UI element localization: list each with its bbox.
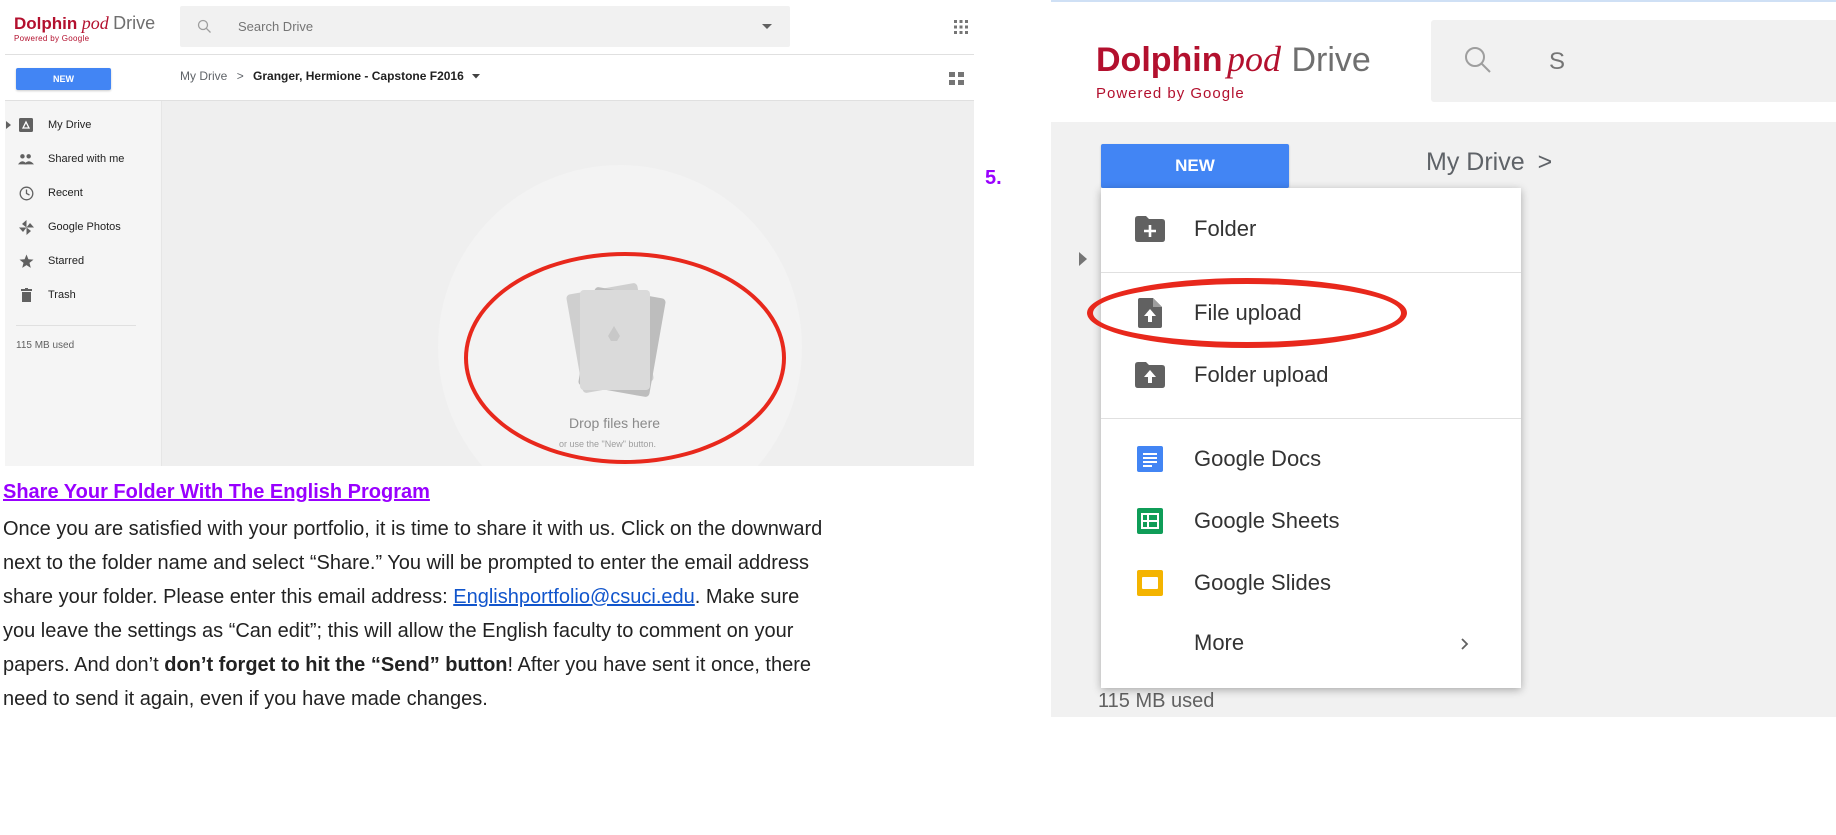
highlight-ellipse (464, 252, 786, 464)
action-bar: NEW My Drive > Granger, Hermione - Capst… (5, 55, 974, 101)
trash-icon (18, 287, 34, 303)
search-bar[interactable]: S (1431, 20, 1836, 102)
menu-item-more[interactable]: More (1101, 612, 1521, 674)
storage-used-label: 115 MB used (16, 340, 75, 351)
new-button[interactable]: NEW (1101, 144, 1289, 188)
sidebar-item-label: Shared with me (48, 153, 125, 165)
paragraph-line: Once you are satisfied with your portfol… (3, 518, 823, 540)
top-bar: Dolphin pod Drive Powered by Google S (1051, 2, 1836, 122)
menu-item-label: Folder (1194, 216, 1257, 241)
paragraph-line: papers. And don’t don’t forget to hit th… (3, 648, 1033, 682)
new-button[interactable]: NEW (16, 68, 111, 90)
expand-triangle-icon[interactable] (1079, 252, 1087, 266)
drive-screenshot-new-menu: Dolphin pod Drive Powered by Google S NE… (1051, 0, 1836, 717)
highlight-ellipse (1087, 278, 1407, 348)
pinwheel-icon (18, 219, 34, 235)
sidebar-item-label: Google Photos (48, 221, 121, 233)
logo-drive-text: Drive (113, 13, 156, 33)
folder-plus-icon (1135, 215, 1165, 243)
storage-used-label: 115 MB used (1098, 690, 1215, 712)
menu-item-folder-upload[interactable]: Folder upload (1101, 344, 1521, 406)
sidebar-item-label: My Drive (48, 119, 92, 131)
menu-item-google-slides[interactable]: Google Slides (1101, 552, 1521, 614)
folder-upload-icon (1135, 361, 1165, 389)
search-icon[interactable] (197, 19, 212, 34)
breadcrumb-my-drive[interactable]: My Drive (1426, 148, 1525, 176)
sidebar-item-starred[interactable]: Starred (5, 246, 162, 276)
top-bar: Dolphin pod Drive Powered by Google Sear… (5, 0, 974, 55)
search-bar[interactable]: Search Drive (180, 6, 790, 47)
breadcrumb-separator: > (1537, 148, 1553, 176)
menu-item-google-docs[interactable]: Google Docs (1101, 428, 1521, 490)
logo-pod-text: pod (81, 13, 109, 33)
menu-divider (1101, 272, 1521, 273)
menu-item-label: Google Docs (1194, 446, 1322, 471)
search-icon[interactable] (1463, 45, 1493, 75)
new-dropdown-menu: Folder File upload Folder upload Google … (1101, 188, 1521, 688)
breadcrumb-separator: > (236, 69, 244, 83)
paragraph-text: ! After you have sent it once, there (507, 654, 812, 676)
search-input[interactable]: S (1549, 48, 1565, 76)
email-link[interactable]: Englishportfolio@csuci.edu (453, 586, 695, 608)
drive-icon (18, 117, 34, 133)
logo-pod-text: pod (1226, 39, 1281, 79)
sidebar-divider (16, 325, 136, 326)
paragraph-text: . Make sure (694, 586, 800, 608)
step-number: 5. (985, 167, 1002, 189)
menu-item-label: More (1194, 630, 1245, 655)
search-options-dropdown-icon[interactable] (762, 24, 772, 30)
drive-screenshot-main: Dolphin pod Drive Powered by Google Sear… (5, 0, 974, 466)
star-icon (18, 253, 34, 269)
docs-icon (1135, 445, 1165, 473)
sidebar-item-trash[interactable]: Trash (5, 280, 162, 310)
sidebar: My Drive Shared with me Recent Google Ph… (5, 101, 162, 466)
breadcrumb-my-drive[interactable]: My Drive (180, 69, 227, 83)
menu-item-label: Google Sheets (1194, 508, 1340, 533)
sidebar-item-google-photos[interactable]: Google Photos (5, 212, 162, 242)
breadcrumb: My Drive > Granger, Hermione - Capstone … (180, 69, 481, 83)
menu-item-google-sheets[interactable]: Google Sheets (1101, 490, 1521, 552)
logo-subtitle: Powered by Google (1096, 85, 1245, 102)
menu-item-folder[interactable]: Folder (1101, 198, 1521, 260)
sidebar-item-recent[interactable]: Recent (5, 178, 162, 208)
sidebar-item-label: Trash (48, 289, 76, 301)
folder-dropdown-icon[interactable] (472, 74, 481, 79)
sidebar-item-label: Recent (48, 187, 83, 199)
people-icon (18, 151, 34, 167)
breadcrumb-current-folder[interactable]: Granger, Hermione - Capstone F2016 (253, 69, 464, 83)
paragraph-line: share your folder. Please enter this ema… (3, 580, 1033, 614)
clock-icon (18, 185, 34, 201)
dolphinpod-logo[interactable]: Dolphin pod Drive Powered by Google (14, 14, 155, 43)
menu-item-label: Google Slides (1194, 570, 1331, 595)
apps-grid-icon[interactable] (954, 20, 968, 34)
dolphinpod-logo[interactable]: Dolphin pod Drive Powered by Google (1096, 40, 1371, 101)
chevron-right-icon (1461, 638, 1469, 650)
menu-divider (1101, 418, 1521, 419)
logo-dolphin-text: Dolphin (1096, 41, 1223, 79)
sidebar-item-label: Starred (48, 255, 85, 267)
sheets-icon (1135, 507, 1165, 535)
paragraph-line: you leave the settings as “Can edit”; th… (3, 620, 794, 642)
breadcrumb: My Drive > (1426, 148, 1552, 177)
instruction-paragraph: Once you are satisfied with your portfol… (3, 512, 1033, 716)
paragraph-line: need to send it again, even if you have … (3, 688, 488, 710)
logo-drive-text: Drive (1291, 41, 1371, 79)
logo-dolphin-text: Dolphin (14, 14, 78, 33)
logo-subtitle: Powered by Google (14, 34, 90, 43)
drop-zone-area[interactable]: Drop files here or use the "New" button. (162, 101, 974, 466)
paragraph-text: papers. And don’t (3, 654, 165, 676)
slides-icon (1135, 569, 1165, 597)
grid-view-icon[interactable] (949, 72, 965, 86)
section-title-link[interactable]: Share Your Folder With The English Progr… (3, 481, 430, 504)
search-input[interactable]: Search Drive (238, 19, 313, 34)
menu-item-label: Folder upload (1194, 362, 1329, 387)
paragraph-text: share your folder. Please enter this ema… (3, 586, 454, 608)
paragraph-bold-text: don’t forget to hit the “Send” button (164, 654, 508, 676)
sidebar-item-shared-with-me[interactable]: Shared with me (5, 144, 162, 174)
sidebar-item-my-drive[interactable]: My Drive (5, 110, 162, 140)
paragraph-line: next to the folder name and select “Shar… (3, 552, 810, 574)
